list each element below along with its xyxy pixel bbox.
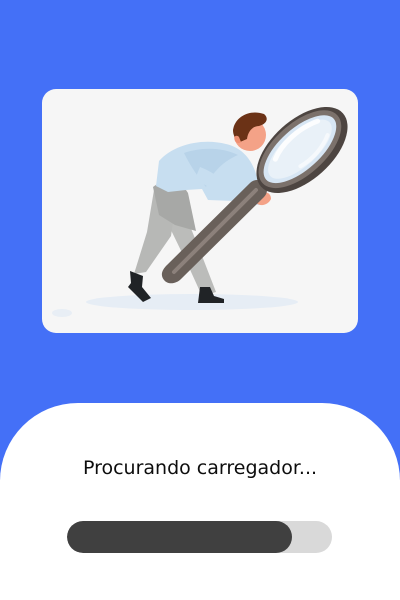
floor-shadow: [86, 294, 298, 310]
loading-sheet: [0, 403, 400, 600]
loading-progress-fill: [67, 521, 293, 553]
loading-progress-bar: [67, 521, 332, 553]
loading-status-text: Procurando carregador...: [82, 457, 318, 479]
illustration-card: [42, 89, 358, 333]
searching-charger-screen: Procurando carregador...: [0, 0, 400, 600]
small-floor-shadow: [52, 309, 72, 317]
man-with-magnifying-glass-illustration: [52, 106, 348, 317]
